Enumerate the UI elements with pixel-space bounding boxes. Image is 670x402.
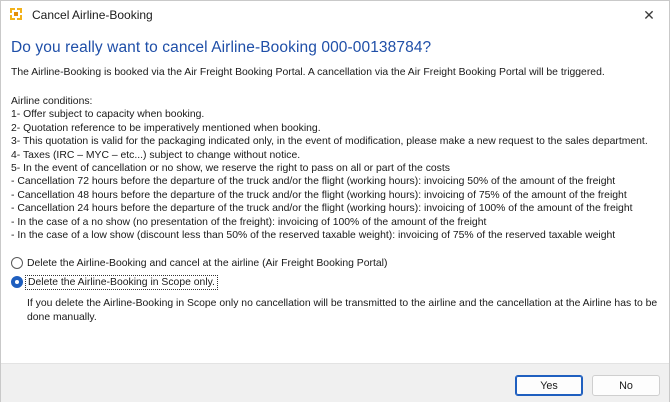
app-icon: [9, 7, 23, 21]
close-icon[interactable]: ✕: [639, 5, 659, 25]
radio-button-unchecked[interactable]: [11, 257, 23, 269]
condition-line: 5- In the event of cancellation or no sh…: [11, 163, 450, 175]
option-delete-in-scope-only[interactable]: Delete the Airline-Booking in Scope only…: [11, 274, 218, 290]
dialog-window: Cancel Airline-Booking ✕ Do you really w…: [0, 0, 670, 402]
option-cancel-at-airline[interactable]: Delete the Airline-Booking and cancel at…: [11, 257, 387, 269]
condition-line: 2- Quotation reference to be imperativel…: [11, 122, 321, 134]
condition-line: - Cancellation 24 hours before the depar…: [11, 203, 633, 215]
yes-button[interactable]: Yes: [515, 375, 583, 396]
condition-line: 4- Taxes (IRC – MYC – etc...) subject to…: [11, 149, 301, 161]
condition-line: - Cancellation 72 hours before the depar…: [11, 176, 616, 188]
dialog-heading: Do you really want to cancel Airline-Boo…: [11, 39, 432, 56]
airline-conditions: Airline conditions: 1- Offer subject to …: [11, 95, 661, 242]
intro-text: The Airline-Booking is booked via the Ai…: [11, 67, 605, 78]
option-label[interactable]: Delete the Airline-Booking in Scope only…: [25, 274, 218, 290]
scope-only-note: If you delete the Airline-Booking in Sco…: [27, 298, 658, 323]
condition-line: 1- Offer subject to capacity when bookin…: [11, 109, 205, 121]
title-bar: Cancel Airline-Booking ✕: [1, 1, 669, 29]
option-label[interactable]: Delete the Airline-Booking and cancel at…: [27, 258, 387, 269]
condition-line: - In the case of a no show (no presentat…: [11, 216, 487, 228]
window-title: Cancel Airline-Booking: [32, 8, 153, 22]
conditions-title: Airline conditions:: [11, 96, 93, 107]
radio-button-checked[interactable]: [11, 276, 23, 288]
condition-line: - Cancellation 48 hours before the depar…: [11, 189, 627, 201]
condition-line: - In the case of a low show (discount le…: [11, 230, 616, 242]
condition-line: 3- This quotation is valid for the packa…: [11, 136, 648, 148]
button-bar: Yes No: [1, 363, 669, 402]
no-button[interactable]: No: [592, 375, 660, 396]
